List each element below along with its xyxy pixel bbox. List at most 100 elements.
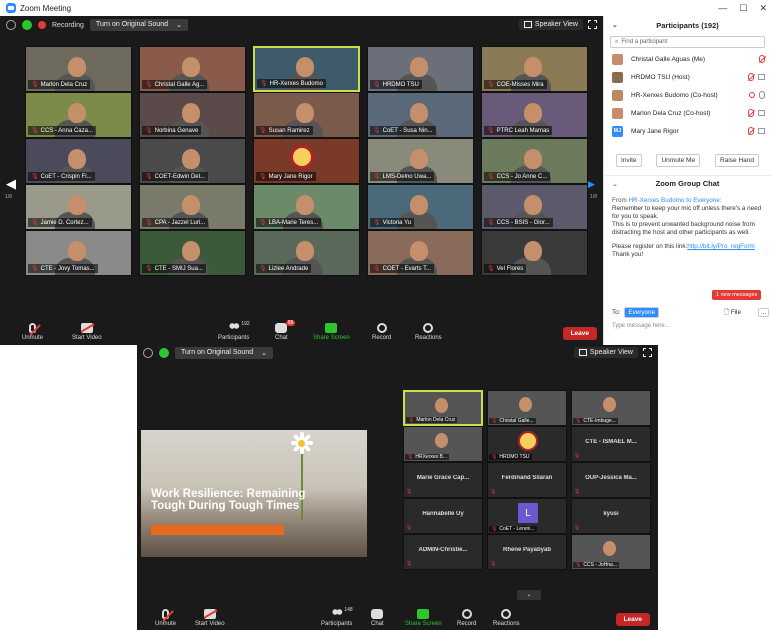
participant-video-tile[interactable]: 🎙 COET-Edwin Del... — [139, 138, 246, 184]
participant-video-tile[interactable]: 🎙 Victoria Yu — [367, 184, 474, 230]
participant-video-tile[interactable]: 🎙 HRDMO TSU — [487, 426, 567, 462]
close-button[interactable]: ✕ — [759, 0, 767, 16]
participant-row[interactable]: Christal Galle Aguas (Me) — [604, 50, 771, 68]
leave-button[interactable]: Leave — [562, 327, 597, 340]
participant-video-tile[interactable]: 🎙 LMS-Delno Uwa... — [367, 138, 474, 184]
participant-video-tile[interactable]: 🎙 CTE - Jovy Tomas... — [25, 230, 132, 276]
participant-video-tile[interactable]: Ferdinand Silaran 🎙 — [487, 462, 567, 498]
participant-search-input[interactable]: ⌕ Find a participant — [610, 36, 765, 48]
invite-button[interactable]: Invite — [616, 154, 642, 167]
participant-video-tile[interactable]: 🎙 Lizlee Andrade — [253, 230, 360, 276]
microphone-muted-icon: 🎙 — [407, 454, 414, 460]
participant-video-tile[interactable]: 🎙 HR-Xerxes Budomo — [253, 46, 360, 92]
participant-video-tile[interactable]: 🎙 CoET - Susa Nin... — [367, 92, 474, 138]
chat-button[interactable]: Chat — [371, 609, 384, 627]
participant-video-tile[interactable]: Rhene Payabyab 🎙 — [487, 534, 567, 570]
participant-video-tile[interactable]: 🎙 CCS - JoHna... — [571, 534, 651, 570]
share-screen-button[interactable]: Share Screen — [405, 609, 442, 627]
reactions-button[interactable]: Reactions — [493, 609, 520, 627]
participant-video-tile[interactable]: OUP-Jessica Ma... 🎙 — [571, 462, 651, 498]
participant-video-tile[interactable]: 🎙 HRXerxes B... — [403, 426, 483, 462]
file-label: File — [730, 309, 741, 316]
fullscreen-icon[interactable] — [643, 348, 652, 357]
participant-video-tile[interactable]: 🎙 COET - Evarts T... — [367, 230, 474, 276]
minimize-button[interactable]: — — [718, 0, 727, 16]
chevron-down-icon[interactable]: ⌄ — [261, 349, 267, 357]
participant-video-tile[interactable]: ADMIN-Christie... 🎙 — [403, 534, 483, 570]
chat-title: Zoom Group Chat — [655, 179, 720, 188]
previous-page-arrow-icon[interactable]: ◀ — [6, 176, 16, 192]
security-shield-icon[interactable] — [159, 348, 169, 358]
chat-input[interactable]: Type message here... — [612, 323, 670, 329]
participant-video-tile[interactable]: Hannabelle Uy 🎙 — [403, 498, 483, 534]
participant-video-tile[interactable]: 🎙 Marlon Dela Cruz — [25, 46, 132, 92]
original-sound-button[interactable]: Turn on Original Sound ⌄ — [89, 19, 188, 31]
participant-row[interactable]: HRDMO TSU (Host) — [604, 68, 771, 86]
participant-face — [603, 397, 617, 413]
participant-video-tile[interactable]: 🎙 PTRC Leah Mamas — [481, 92, 588, 138]
participant-face — [182, 102, 200, 123]
participants-button[interactable]: 148 Participants — [321, 607, 353, 627]
participant-video-tile[interactable]: 🎙 CoET - Crispin Fl... — [25, 138, 132, 184]
collapse-chevron-icon[interactable]: ⌄ — [612, 180, 618, 188]
participant-video-tile[interactable]: 🎙 Christal Galle Ag... — [139, 46, 246, 92]
participant-video-tile[interactable]: 🎙 Jamie D. Cortez... — [25, 184, 132, 230]
speaker-view-button[interactable]: Speaker View — [518, 19, 583, 30]
participant-video-tile[interactable]: 🎙 LBA-Marie Teres... — [253, 184, 360, 230]
file-button[interactable]: 🗋 File — [724, 307, 741, 318]
new-messages-button[interactable]: 1 new messages — [712, 290, 762, 300]
leave-button[interactable]: Leave — [615, 613, 650, 626]
participant-video-tile[interactable]: 🎙 CTE - SMIJ Sua... — [139, 230, 246, 276]
participant-video-tile[interactable]: L 🎙 CoET - Lereni... — [487, 498, 567, 534]
info-icon[interactable] — [143, 348, 153, 358]
participant-video-tile[interactable]: 🎙 HRDMO TSU — [367, 46, 474, 92]
participant-video-tile[interactable]: 🎙 CCS - BSIS - Glor... — [481, 184, 588, 230]
fullscreen-icon[interactable] — [588, 20, 597, 29]
collapse-chevron-icon[interactable]: ⌄ — [612, 21, 618, 29]
participant-video-tile[interactable]: 🎙 Marlon Dela Cruz — [403, 390, 483, 426]
unmute-button[interactable]: Unmute — [155, 609, 176, 627]
participant-video-tile[interactable]: 🎙 Mary Jane Rigor — [253, 138, 360, 184]
participant-video-tile[interactable]: kyusi 🎙 — [571, 498, 651, 534]
participant-row[interactable]: Marlon Dela Cruz (Co-host) — [604, 104, 771, 122]
security-shield-icon[interactable] — [22, 20, 32, 30]
info-icon[interactable] — [6, 20, 16, 30]
more-options-button[interactable]: ... — [758, 308, 770, 317]
scroll-down-chevron-icon[interactable]: ⌄ — [517, 590, 541, 600]
unmute-button[interactable]: Unmute — [22, 323, 43, 341]
participant-video-tile[interactable]: 🎙 Vel Flores — [481, 230, 588, 276]
raise-hand-button[interactable]: Raise Hand — [715, 154, 759, 167]
participants-title: Participants (192) — [656, 20, 719, 30]
share-screen-button[interactable]: Share Screen — [313, 323, 350, 341]
speaker-view-button[interactable]: Speaker View — [573, 347, 638, 358]
participants-button[interactable]: 192 Participants — [218, 321, 250, 341]
registration-link[interactable]: http://bit.ly/Pro_regForm — [687, 243, 755, 250]
unmute-me-button[interactable]: Unmute Me — [656, 154, 701, 167]
microphone-muted-icon: 🎙 — [259, 128, 267, 134]
participant-video-tile[interactable]: 🎙 Susan Ramirez — [253, 92, 360, 138]
participant-video-tile[interactable]: CTE - ISMAEL M... 🎙 — [571, 426, 651, 462]
start-video-button[interactable]: Start Video — [72, 323, 102, 341]
chevron-down-icon[interactable]: ⌄ — [176, 21, 182, 29]
start-video-button[interactable]: Start Video — [195, 609, 225, 627]
original-sound-button[interactable]: Turn on Original Sound ⌄ — [175, 347, 273, 359]
participant-video-tile[interactable]: Marie Grace Cap... 🎙 — [403, 462, 483, 498]
participant-video-tile[interactable]: 🎙 CCS - Jo Anne C... — [481, 138, 588, 184]
participant-video-tile[interactable]: 🎙 CTE-Imbuge... — [571, 390, 651, 426]
participant-row[interactable]: MJ Mary Jane Rigor — [604, 122, 771, 140]
participant-video-tile[interactable]: 🎙 CPA - Jazzel Luri... — [139, 184, 246, 230]
microphone-muted-icon: 🎙 — [373, 82, 381, 88]
recipient-select[interactable]: Everyone — [624, 307, 660, 318]
record-button[interactable]: Record — [372, 323, 391, 341]
participant-video-tile[interactable]: 🎙 COE-Misses Mira — [481, 46, 588, 92]
maximize-button[interactable]: ☐ — [739, 0, 747, 16]
participant-video-tile[interactable]: 🎙 CCS - Anna Caza... — [25, 92, 132, 138]
participant-video-tile[interactable]: 🎙 Christal Galle... — [487, 390, 567, 426]
participant-video-tile[interactable]: 🎙 Norbina Genave — [139, 92, 246, 138]
participant-row[interactable]: HR-Xerxes Budomo (Co-host) — [604, 86, 771, 104]
chat-icon — [371, 609, 384, 619]
record-button[interactable]: Record — [457, 609, 476, 627]
chat-button[interactable]: 99 Chat — [275, 320, 296, 341]
reactions-button[interactable]: Reactions — [415, 323, 442, 341]
chat-sender[interactable]: HR-Xerxes Budomo to Everyone — [628, 197, 719, 204]
